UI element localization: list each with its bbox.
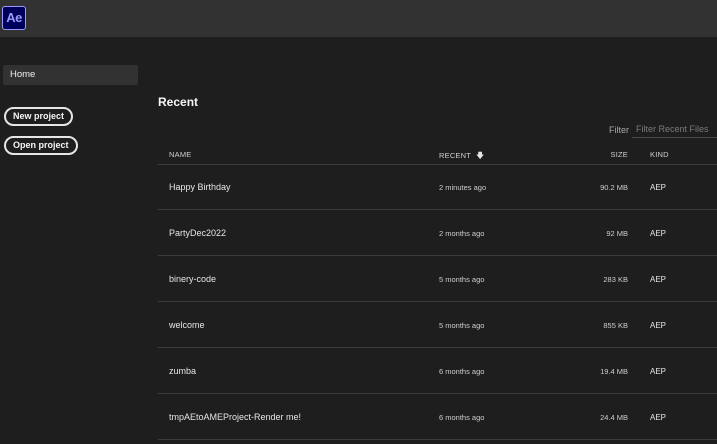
file-name: tmpAEtoAMEProject-Render me! bbox=[169, 412, 302, 422]
table-row[interactable]: PartyDec2022 2 months ago 92 MB AEP bbox=[158, 210, 717, 256]
arrow-down-icon: 🡇 bbox=[476, 151, 485, 160]
top-bar: Ae bbox=[0, 0, 717, 37]
table-row[interactable]: tmpAEtoAMEProject-Render me! 6 months ag… bbox=[158, 394, 717, 440]
file-name: Happy Birthday bbox=[169, 182, 231, 192]
filter-input[interactable] bbox=[632, 120, 717, 138]
file-size: 92 MB bbox=[606, 229, 628, 238]
recent-files-panel: Recent Filter NAME RECENT 🡇 SIZE KIND Hap… bbox=[158, 37, 717, 444]
column-header-recent[interactable]: RECENT 🡇 bbox=[439, 150, 484, 164]
file-size: 19.4 MB bbox=[600, 367, 628, 376]
table-row[interactable]: zumba 6 months ago 19.4 MB AEP bbox=[158, 348, 717, 394]
file-recent: 2 months ago bbox=[439, 229, 485, 238]
file-recent: 6 months ago bbox=[439, 413, 485, 422]
open-project-button[interactable]: Open project bbox=[4, 136, 78, 155]
file-name: welcome bbox=[169, 320, 205, 330]
file-name: binery-code bbox=[169, 274, 217, 284]
file-kind: AEP bbox=[650, 367, 667, 376]
page-title: Recent bbox=[158, 95, 199, 109]
column-header-kind[interactable]: KIND bbox=[650, 150, 669, 159]
sidebar: Home New project Open project bbox=[0, 37, 150, 444]
file-kind: AEP bbox=[650, 275, 667, 284]
file-size: 90.2 MB bbox=[600, 183, 628, 192]
new-project-button[interactable]: New project bbox=[4, 107, 74, 126]
table-row[interactable]: welcome 5 months ago 855 KB AEP bbox=[158, 302, 717, 348]
after-effects-logo-icon[interactable]: Ae bbox=[2, 6, 26, 30]
file-name: PartyDec2022 bbox=[169, 228, 227, 238]
file-recent: 5 months ago bbox=[439, 275, 485, 284]
file-recent: 2 minutes ago bbox=[439, 183, 487, 192]
file-recent: 6 months ago bbox=[439, 367, 485, 376]
file-kind: AEP bbox=[650, 321, 667, 330]
after-effects-home-window: Ae Home New project Open project Recent … bbox=[0, 0, 717, 444]
recent-files-list: Happy Birthday 2 minutes ago 90.2 MB AEP… bbox=[158, 164, 717, 440]
sidebar-item-home[interactable]: Home bbox=[3, 65, 138, 85]
file-kind: AEP bbox=[650, 183, 667, 192]
file-kind: AEP bbox=[650, 229, 667, 238]
file-kind: AEP bbox=[650, 413, 667, 422]
file-size: 24.4 MB bbox=[600, 413, 628, 422]
table-header: NAME RECENT 🡇 SIZE KIND bbox=[158, 144, 717, 165]
filter-label: Filter bbox=[609, 125, 629, 135]
column-header-name[interactable]: NAME bbox=[169, 150, 191, 159]
table-row[interactable]: binery-code 5 months ago 283 KB AEP bbox=[158, 256, 717, 302]
column-header-recent-label: RECENT bbox=[439, 151, 472, 160]
file-recent: 5 months ago bbox=[439, 321, 485, 330]
column-header-size[interactable]: SIZE bbox=[611, 150, 628, 159]
table-row[interactable]: Happy Birthday 2 minutes ago 90.2 MB AEP bbox=[158, 164, 717, 210]
file-name: zumba bbox=[169, 366, 197, 376]
file-size: 855 KB bbox=[603, 321, 628, 330]
file-size: 283 KB bbox=[603, 275, 628, 284]
